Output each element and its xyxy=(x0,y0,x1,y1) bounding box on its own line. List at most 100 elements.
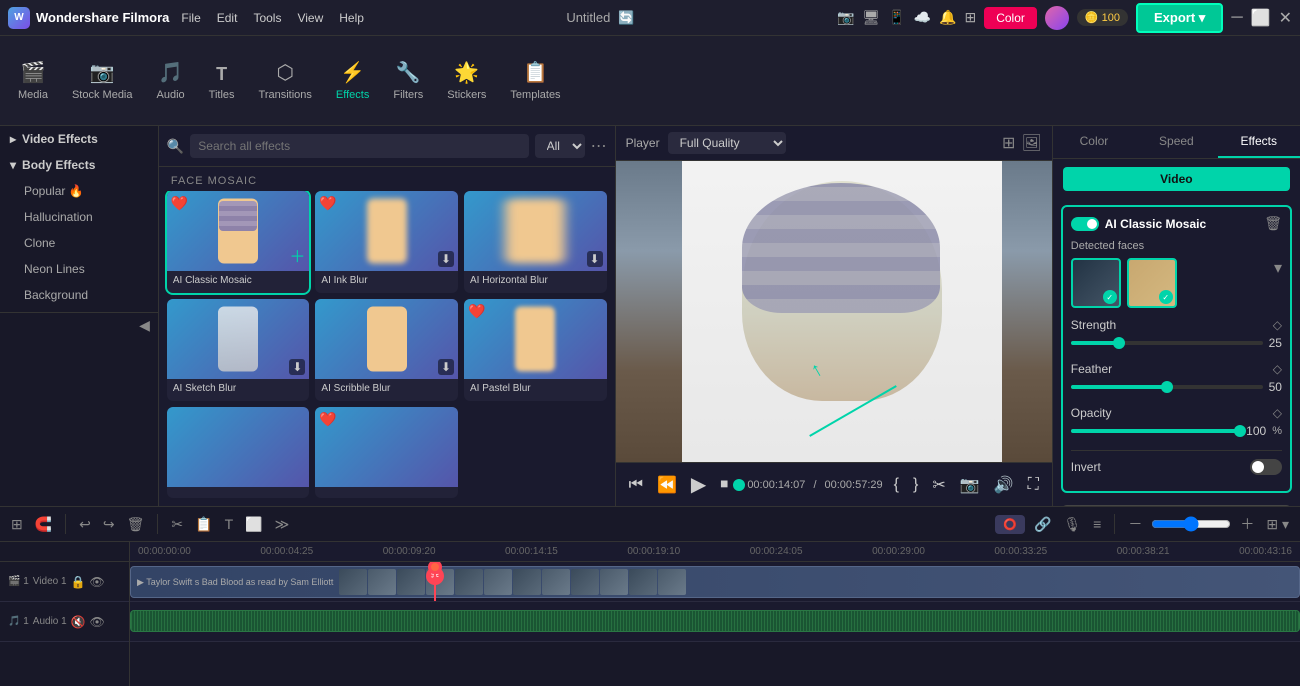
tool-media[interactable]: 🎬 Media xyxy=(8,54,58,107)
mark-out-button[interactable]: } xyxy=(910,473,921,497)
tool-stock-media[interactable]: 📷 Stock Media xyxy=(62,54,143,107)
tool-filters[interactable]: 🔧 Filters xyxy=(383,54,433,107)
phone-icon[interactable]: 📱 xyxy=(888,9,905,26)
export-button[interactable]: Export ▾ xyxy=(1136,3,1223,33)
screenshot-button[interactable]: 📷 xyxy=(957,472,983,498)
clip-connect-btn[interactable]: 🔗 xyxy=(1031,513,1054,536)
close-icon[interactable]: ✕ xyxy=(1279,8,1292,28)
delete-effect-1[interactable]: 🗑 xyxy=(1264,215,1282,232)
opacity-reset[interactable]: ◇ xyxy=(1273,406,1282,420)
skip-back-button[interactable]: ⏮ xyxy=(626,473,646,497)
progress-thumb[interactable] xyxy=(733,479,745,491)
zoom-in-btn[interactable]: ＋ xyxy=(1237,511,1257,537)
face-thumb-1b[interactable]: ✓ xyxy=(1127,258,1177,308)
grid-options-btn[interactable]: ⊞ ▾ xyxy=(1263,513,1292,536)
tool-titles[interactable]: T Titles xyxy=(199,58,245,107)
strength-thumb[interactable] xyxy=(1113,337,1125,349)
record-btn[interactable]: 🎙 xyxy=(1060,513,1084,536)
audio-solo-icon[interactable]: 👁 xyxy=(90,615,105,629)
effect-7[interactable] xyxy=(167,407,310,498)
mark-in-button[interactable]: { xyxy=(891,473,902,497)
zoom-slider[interactable] xyxy=(1151,516,1231,532)
face-thumb-1a[interactable]: ✓ xyxy=(1071,258,1121,308)
playhead[interactable] xyxy=(434,562,436,601)
strength-slider[interactable] xyxy=(1071,341,1263,345)
tab-effects[interactable]: Effects xyxy=(1218,126,1300,158)
bell-icon[interactable]: 🔔 xyxy=(939,9,956,26)
stop-button[interactable]: ⏹ xyxy=(717,473,731,497)
strength-reset[interactable]: ◇ xyxy=(1273,318,1282,332)
menu-tools[interactable]: Tools xyxy=(253,11,281,25)
more-btn[interactable]: ≫ xyxy=(272,513,293,536)
collapse-panel-icon[interactable]: ◀ xyxy=(139,317,150,334)
effect-ai-ink-blur[interactable]: ❤️ ⬇ AI Ink Blur xyxy=(315,191,458,293)
feather-slider[interactable] xyxy=(1071,385,1263,389)
popular-item[interactable]: Popular 🔥 xyxy=(0,178,158,204)
maximize-icon[interactable]: ⬜ xyxy=(1251,8,1271,28)
clone-item[interactable]: Clone xyxy=(0,230,158,256)
tool-stickers[interactable]: 🌟 Stickers xyxy=(437,54,496,107)
effect-8[interactable]: ❤️ xyxy=(315,407,458,498)
more-faces-icon[interactable]: ▾ xyxy=(1274,258,1282,308)
effect-ai-pastel-blur[interactable]: ❤️ AI Pastel Blur xyxy=(464,299,607,401)
frame-back-button[interactable]: ⏪ xyxy=(654,472,680,498)
minimize-icon[interactable]: ─ xyxy=(1231,9,1242,27)
menu-view[interactable]: View xyxy=(297,11,323,25)
user-avatar[interactable] xyxy=(1045,6,1069,30)
feather-reset[interactable]: ◇ xyxy=(1273,362,1282,376)
quality-select[interactable]: Full Quality Half Quality Quarter Qualit… xyxy=(668,132,786,154)
feather-thumb[interactable] xyxy=(1161,381,1173,393)
menu-edit[interactable]: Edit xyxy=(217,11,238,25)
background-item[interactable]: Background xyxy=(0,282,158,308)
audio-mute-icon[interactable]: 🔇 xyxy=(71,615,86,629)
effect-ai-sketch-blur[interactable]: ⬇ AI Sketch Blur xyxy=(167,299,310,401)
tool-audio[interactable]: 🎵 Audio xyxy=(147,54,195,107)
menu-file[interactable]: File xyxy=(181,11,200,25)
tab-color[interactable]: Color xyxy=(1053,126,1135,158)
play-button[interactable]: ▶ xyxy=(688,469,709,500)
zoom-out-btn[interactable]: － xyxy=(1125,511,1145,537)
grid-icon[interactable]: ⊞ xyxy=(964,9,976,26)
fullscreen-button[interactable]: ⛶ xyxy=(1025,473,1042,497)
video-tab-button[interactable]: Video xyxy=(1063,167,1290,191)
cut-btn[interactable]: ✂ xyxy=(168,513,186,536)
undo-btn[interactable]: ↩ xyxy=(76,513,94,536)
timeline-layout-btn[interactable]: ⊞ xyxy=(8,513,26,536)
opacity-slider[interactable] xyxy=(1071,429,1240,433)
delete-btn[interactable]: 🗑 xyxy=(124,513,148,536)
video-clip[interactable]: ▶ Taylor Swift s Bad Blood as read by Sa… xyxy=(130,566,1300,598)
more-options-icon[interactable]: ⋯ xyxy=(591,136,607,156)
monitor-icon[interactable]: 🖥 xyxy=(862,9,880,26)
tab-speed[interactable]: Speed xyxy=(1135,126,1217,158)
effect-ai-horizontal-blur[interactable]: ⬇ AI Horizontal Blur xyxy=(464,191,607,293)
search-input[interactable] xyxy=(190,134,528,158)
body-effects-section[interactable]: ▾ Body Effects xyxy=(0,152,158,178)
text-btn[interactable]: T xyxy=(222,513,237,535)
grid-view-icon[interactable]: ⊞ xyxy=(1002,133,1015,153)
video-effects-section[interactable]: ▸ Video Effects xyxy=(0,126,158,152)
tracks-btn[interactable]: ≡ xyxy=(1090,513,1104,535)
tool-transitions[interactable]: ⬡ Transitions xyxy=(249,54,322,107)
purchase-button[interactable]: Color xyxy=(984,7,1037,29)
opacity-thumb[interactable] xyxy=(1234,425,1246,437)
video-eye-icon[interactable]: 👁 xyxy=(90,575,105,589)
menu-help[interactable]: Help xyxy=(339,11,364,25)
audio-button[interactable]: 🔊 xyxy=(991,472,1017,498)
shape-btn[interactable]: ⬜ xyxy=(242,513,265,536)
redo-btn[interactable]: ↪ xyxy=(100,513,118,536)
camera-icon[interactable]: 📷 xyxy=(837,9,854,26)
timeline-magnet-btn[interactable]: 🧲 xyxy=(32,513,55,536)
video-lock-icon[interactable]: 🔒 xyxy=(71,575,86,589)
snapshot-icon[interactable]: 🖼 xyxy=(1021,133,1041,153)
copy-btn[interactable]: 📋 xyxy=(192,513,215,536)
cloud-icon[interactable]: ☁️ xyxy=(914,9,931,26)
effect-ai-scribble-blur[interactable]: ⬇ AI Scribble Blur xyxy=(315,299,458,401)
ripple-btn[interactable]: ⭕ xyxy=(995,515,1025,534)
crop-button[interactable]: ✂ xyxy=(929,472,948,498)
neon-lines-item[interactable]: Neon Lines xyxy=(0,256,158,282)
tool-effects[interactable]: ⚡ Effects xyxy=(326,54,379,107)
filter-dropdown[interactable]: All xyxy=(535,134,585,158)
effect-toggle-1[interactable] xyxy=(1071,217,1099,231)
invert-toggle[interactable] xyxy=(1250,459,1282,475)
effect-ai-classic-mosaic[interactable]: ❤️ ＋ AI Classic Mosaic xyxy=(167,191,310,293)
